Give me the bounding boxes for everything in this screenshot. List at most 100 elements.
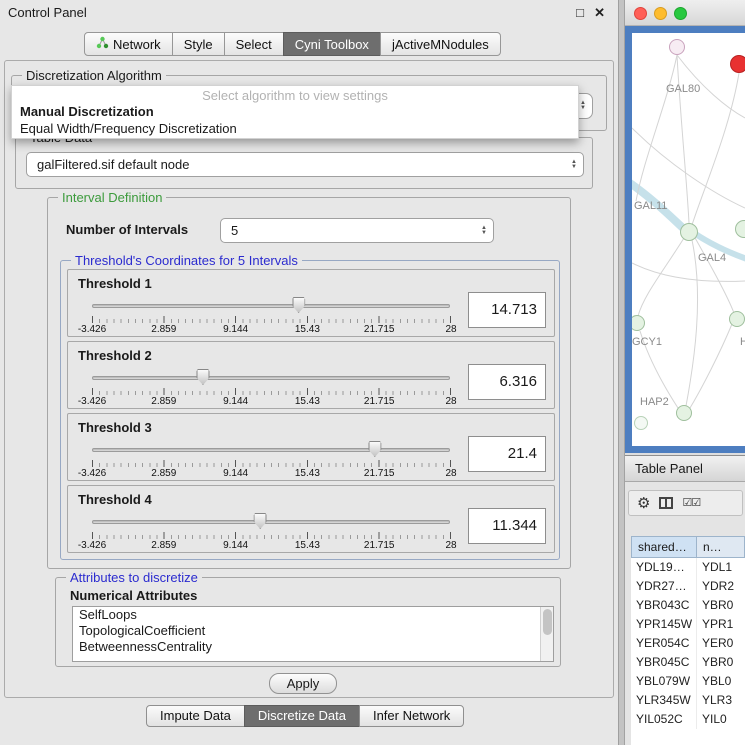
threshold-slider[interactable] <box>92 296 450 314</box>
network-node-label: H <box>740 336 745 348</box>
threshold-value-field[interactable]: 21.4 <box>468 436 546 472</box>
close-icon[interactable]: ✕ <box>594 5 605 21</box>
column-header[interactable]: shared… <box>631 536 697 558</box>
attribute-list-item[interactable]: BetweennessCentrality <box>73 639 553 655</box>
table-cell[interactable]: YBR0 <box>697 596 745 615</box>
columns-icon[interactable] <box>659 497 673 509</box>
zoom-traffic-light[interactable] <box>674 7 687 20</box>
threshold-value-field[interactable]: 11.344 <box>468 508 546 544</box>
combo-arrows-icon: ▲▼ <box>565 160 583 170</box>
slider-thumb[interactable] <box>196 369 209 385</box>
table-cell[interactable]: YBL079W <box>631 672 697 691</box>
number-of-intervals-combo[interactable]: 5 ▲▼ <box>220 218 494 243</box>
attribute-list-item[interactable]: SelfLoops <box>73 607 553 623</box>
scrollbar-thumb[interactable] <box>543 609 552 635</box>
interval-definition-group: Interval Definition Number of Intervals … <box>47 197 571 569</box>
tab-label: Style <box>184 37 213 52</box>
float-window-icon[interactable]: □ <box>576 5 584 20</box>
scale-label: -3.426 <box>78 540 106 551</box>
slider-ticks <box>92 388 451 395</box>
scale-label: 15.43 <box>295 540 320 551</box>
table-row[interactable]: YDL19…YDL1 <box>631 558 745 577</box>
scale-label: 21.715 <box>364 468 395 479</box>
table-data-group: Table Data galFiltered.sif default node … <box>15 137 593 189</box>
select-columns-icon[interactable]: ☑☑ <box>682 498 700 509</box>
table-cell[interactable]: YIL0 <box>697 710 745 729</box>
tab-cyni-toolbox[interactable]: Cyni Toolbox <box>283 32 381 56</box>
network-node[interactable] <box>669 39 685 55</box>
tab-network[interactable]: Network <box>84 32 173 56</box>
combo-value: galFiltered.sif default node <box>27 157 565 172</box>
table-cell[interactable]: YDR2 <box>697 577 745 596</box>
group-title: Threshold's Coordinates for 5 Intervals <box>71 253 302 268</box>
slider-track[interactable] <box>92 448 450 452</box>
numerical-attributes-label: Numerical Attributes <box>70 588 197 603</box>
slider-scale: -3.4262.8599.14415.4321.71528 <box>92 324 451 335</box>
gear-icon[interactable]: ⚙ <box>637 496 650 511</box>
slider-track[interactable] <box>92 520 450 524</box>
threshold-value-field[interactable]: 14.713 <box>468 292 546 328</box>
scale-label: 28 <box>445 324 456 335</box>
popup-option-manual-discretization[interactable]: Manual Discretization <box>12 103 578 120</box>
table-row[interactable]: YER054CYER0 <box>631 634 745 653</box>
network-node[interactable] <box>730 55 745 73</box>
table-row[interactable]: YDR27…YDR2 <box>631 577 745 596</box>
table-cell[interactable]: YIL052C <box>631 710 697 729</box>
scale-label: -3.426 <box>78 468 106 479</box>
table-row[interactable]: YBR045CYBR0 <box>631 653 745 672</box>
tab-discretize-data[interactable]: Discretize Data <box>244 705 360 727</box>
network-node[interactable] <box>634 416 648 430</box>
tab-impute-data[interactable]: Impute Data <box>146 705 245 727</box>
table-cell[interactable]: YPR145W <box>631 615 697 634</box>
table-cell[interactable]: YBR0 <box>697 653 745 672</box>
table-cell[interactable]: YBL0 <box>697 672 745 691</box>
scale-label: 21.715 <box>364 396 395 407</box>
popup-option-equal-width-frequency[interactable]: Equal Width/Frequency Discretization <box>12 120 578 137</box>
threshold-panel: Threshold 4 -3.4262.8599.14415.4321.7152… <box>67 485 555 553</box>
network-view-window: GAL80GAL11GAL4GCY1HHAP2 <box>625 0 745 453</box>
threshold-value-field[interactable]: 6.316 <box>468 364 546 400</box>
column-header[interactable]: n… <box>697 536 745 558</box>
tab-select[interactable]: Select <box>224 32 284 56</box>
network-canvas[interactable]: GAL80GAL11GAL4GCY1HHAP2 <box>632 33 745 446</box>
list-scrollbar[interactable] <box>540 607 553 661</box>
attribute-list-item[interactable]: TopologicalCoefficient <box>73 623 553 639</box>
minimize-traffic-light[interactable] <box>654 7 667 20</box>
tab-style[interactable]: Style <box>172 32 225 56</box>
table-cell[interactable]: YBR045C <box>631 653 697 672</box>
close-traffic-light[interactable] <box>634 7 647 20</box>
tab-jactivemnodules[interactable]: jActiveMNodules <box>380 32 501 56</box>
table-cell[interactable]: YDL1 <box>697 558 745 577</box>
slider-thumb[interactable] <box>368 441 381 457</box>
slider-scale: -3.4262.8599.14415.4321.71528 <box>92 540 451 551</box>
control-panel-titlebar: Control Panel □ ✕ <box>0 0 618 26</box>
table-cell[interactable]: YDL19… <box>631 558 697 577</box>
table-row[interactable]: YPR145WYPR1 <box>631 615 745 634</box>
tab-infer-network[interactable]: Infer Network <box>359 705 464 727</box>
slider-track[interactable] <box>92 376 450 380</box>
table-row[interactable]: YBR043CYBR0 <box>631 596 745 615</box>
slider-thumb[interactable] <box>292 297 305 313</box>
table-cell[interactable]: YLR3 <box>697 691 745 710</box>
table-row[interactable]: YLR345WYLR3 <box>631 691 745 710</box>
threshold-slider[interactable] <box>92 368 450 386</box>
slider-track[interactable] <box>92 304 450 308</box>
apply-button[interactable]: Apply <box>269 673 337 694</box>
table-cell[interactable]: YBR043C <box>631 596 697 615</box>
network-node[interactable] <box>729 311 745 327</box>
network-node[interactable] <box>680 223 698 241</box>
slider-thumb[interactable] <box>254 513 267 529</box>
numerical-attributes-list[interactable]: SelfLoopsTopologicalCoefficientBetweenne… <box>72 606 554 662</box>
network-node[interactable] <box>676 405 692 421</box>
table-row[interactable]: YIL052CYIL0 <box>631 710 745 729</box>
table-data-combo[interactable]: galFiltered.sif default node ▲▼ <box>26 152 584 177</box>
table-cell[interactable]: YER054C <box>631 634 697 653</box>
table-cell[interactable]: YER0 <box>697 634 745 653</box>
table-cell[interactable]: YDR27… <box>631 577 697 596</box>
tab-label: Cyni Toolbox <box>295 37 369 52</box>
threshold-slider[interactable] <box>92 440 450 458</box>
table-cell[interactable]: YLR345W <box>631 691 697 710</box>
threshold-slider[interactable] <box>92 512 450 530</box>
table-row[interactable]: YBL079WYBL0 <box>631 672 745 691</box>
table-cell[interactable]: YPR1 <box>697 615 745 634</box>
